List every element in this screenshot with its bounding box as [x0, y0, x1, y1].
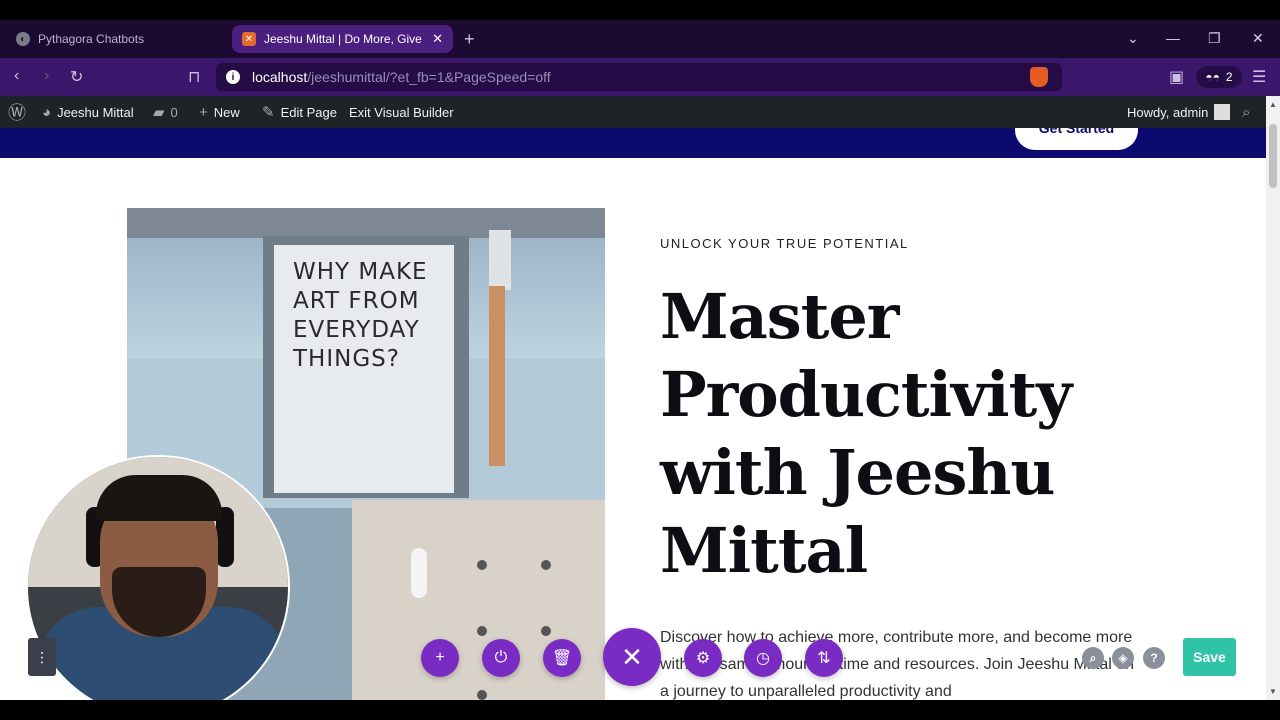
get-started-button[interactable]: Get Started: [1015, 128, 1138, 150]
dots-vertical-icon: ⋮: [35, 648, 49, 665]
portability-icon: ⇅: [817, 650, 831, 667]
close-window-icon[interactable]: ✕: [1252, 30, 1264, 47]
tab-search-chevron-icon[interactable]: ⌄: [1127, 30, 1139, 47]
admin-search-icon[interactable]: ⌕: [1242, 96, 1250, 128]
reload-icon[interactable]: ↻: [70, 67, 83, 87]
tab-pythagora-chatbots[interactable]: ◐ Pythagora Chatbots: [6, 25, 228, 53]
hero-body-text: Discover how to achieve more, contribute…: [660, 629, 1135, 700]
portability-button[interactable]: ⇅: [805, 639, 843, 677]
url-path: /jeeshumittal/?et_fb=1&PageSpeed=off: [307, 69, 551, 85]
close-tab-icon[interactable]: ✕: [432, 31, 443, 47]
scrollbar-thumb[interactable]: [1269, 124, 1277, 188]
scroll-down-arrow-icon[interactable]: ▼: [1269, 687, 1277, 696]
plus-icon: +: [199, 103, 208, 121]
layers-icon: ◈: [1118, 651, 1128, 665]
wp-admin-bar: Ⓦ ◕ Jeeshu Mittal ▰ 0 + New ✎ Edit Page …: [0, 96, 1266, 128]
new-label: New: [213, 104, 240, 120]
avatar: [1214, 104, 1231, 120]
tab-jeeshu-mittal[interactable]: ✕ Jeeshu Mittal | Do More, Give Mor ✕: [232, 25, 453, 53]
hero-eyebrow: UNLOCK YOUR TRUE POTENTIAL: [660, 236, 909, 251]
bottom-letterbox: [0, 700, 1280, 720]
wallet-button[interactable]: ◓◓ 2: [1196, 66, 1242, 88]
plus-icon: +: [435, 649, 445, 666]
tab-title: Pythagora Chatbots: [38, 32, 145, 46]
close-icon: ✕: [621, 641, 643, 672]
hero-headline: Master Productivity with Jeeshu Mittal: [660, 280, 1072, 587]
dashboard-icon: ◕: [42, 103, 52, 121]
edit-page-link[interactable]: ✎ Edit Page: [262, 96, 337, 128]
browser-address-bar: ‹ › ↻ ⊓ i localhost/jeeshumittal/?et_fb=…: [0, 58, 1280, 96]
comments-link[interactable]: ▰ 0: [153, 96, 178, 128]
page-settings-button[interactable]: ⚙: [684, 639, 722, 677]
exit-vb-label: Exit Visual Builder: [349, 104, 454, 120]
url-field[interactable]: i localhost/jeeshumittal/?et_fb=1&PageSp…: [216, 63, 1062, 91]
history-icon: ◷: [756, 650, 770, 667]
close-builder-menu-button[interactable]: ✕: [603, 628, 661, 686]
glasses-icon: ◓◓: [1205, 70, 1220, 84]
comments-count: 0: [170, 104, 178, 120]
trash-icon: 🗑: [551, 650, 573, 667]
my-account-link[interactable]: Howdy, admin: [1127, 96, 1231, 128]
new-content-link[interactable]: + New: [199, 96, 240, 128]
wallet-count: 2: [1225, 70, 1233, 84]
add-module-button[interactable]: +: [421, 639, 459, 677]
search-icon: ⌕: [1089, 650, 1097, 665]
pencil-icon: ✎: [262, 104, 275, 121]
settings-bar-toggle[interactable]: ⋮: [28, 638, 56, 676]
back-arrow-icon[interactable]: ‹: [14, 67, 19, 85]
new-tab-plus-icon[interactable]: +: [464, 29, 475, 50]
menu-icon[interactable]: ☰: [1252, 67, 1266, 87]
site-header: Get Started: [0, 128, 1266, 158]
disable-button[interactable]: ⏻: [482, 639, 520, 677]
howdy-text: Howdy, admin: [1127, 104, 1209, 120]
edit-page-label: Edit Page: [280, 104, 337, 120]
minimize-icon[interactable]: —: [1166, 30, 1180, 46]
search-modules-button[interactable]: ⌕: [1082, 647, 1104, 669]
delete-button[interactable]: 🗑: [543, 639, 581, 677]
scroll-up-arrow-icon[interactable]: ▲: [1269, 100, 1277, 109]
layers-button[interactable]: ◈: [1112, 647, 1134, 669]
tab-title: Jeeshu Mittal | Do More, Give Mor: [264, 32, 426, 46]
help-button[interactable]: ?: [1143, 647, 1165, 669]
history-button[interactable]: ◷: [744, 639, 782, 677]
forward-arrow-icon[interactable]: ›: [44, 67, 49, 85]
gear-icon: ⚙: [695, 650, 711, 667]
poster-text: WHY MAKE ART FROM EVERYDAY THINGS?: [293, 259, 428, 372]
comment-icon: ▰: [153, 104, 165, 121]
site-info-icon[interactable]: i: [226, 70, 240, 84]
brave-shields-icon[interactable]: [1030, 67, 1048, 87]
globe-icon: ◐: [16, 32, 30, 46]
exit-visual-builder-link[interactable]: Exit Visual Builder: [349, 96, 454, 128]
page-scrollbar[interactable]: ▲ ▼: [1266, 96, 1280, 700]
power-icon: ⏻: [494, 649, 508, 666]
wordpress-logo-icon[interactable]: Ⓦ: [8, 96, 26, 128]
help-icon: ?: [1150, 651, 1158, 665]
browser-tab-bar: ◐ Pythagora Chatbots ✕ Jeeshu Mittal | D…: [0, 20, 1280, 58]
restore-icon[interactable]: ❐: [1208, 30, 1221, 47]
sidebar-toggle-icon[interactable]: ▣: [1169, 67, 1184, 87]
save-button[interactable]: Save: [1183, 638, 1236, 676]
url-host: localhost: [252, 69, 308, 85]
xampp-favicon-icon: ✕: [242, 32, 256, 46]
top-letterbox: [0, 0, 1280, 20]
bookmark-icon[interactable]: ⊓: [188, 67, 200, 87]
site-name: Jeeshu Mittal: [57, 104, 134, 120]
site-name-link[interactable]: ◕ Jeeshu Mittal: [42, 96, 134, 128]
webcam-overlay: [26, 455, 290, 719]
